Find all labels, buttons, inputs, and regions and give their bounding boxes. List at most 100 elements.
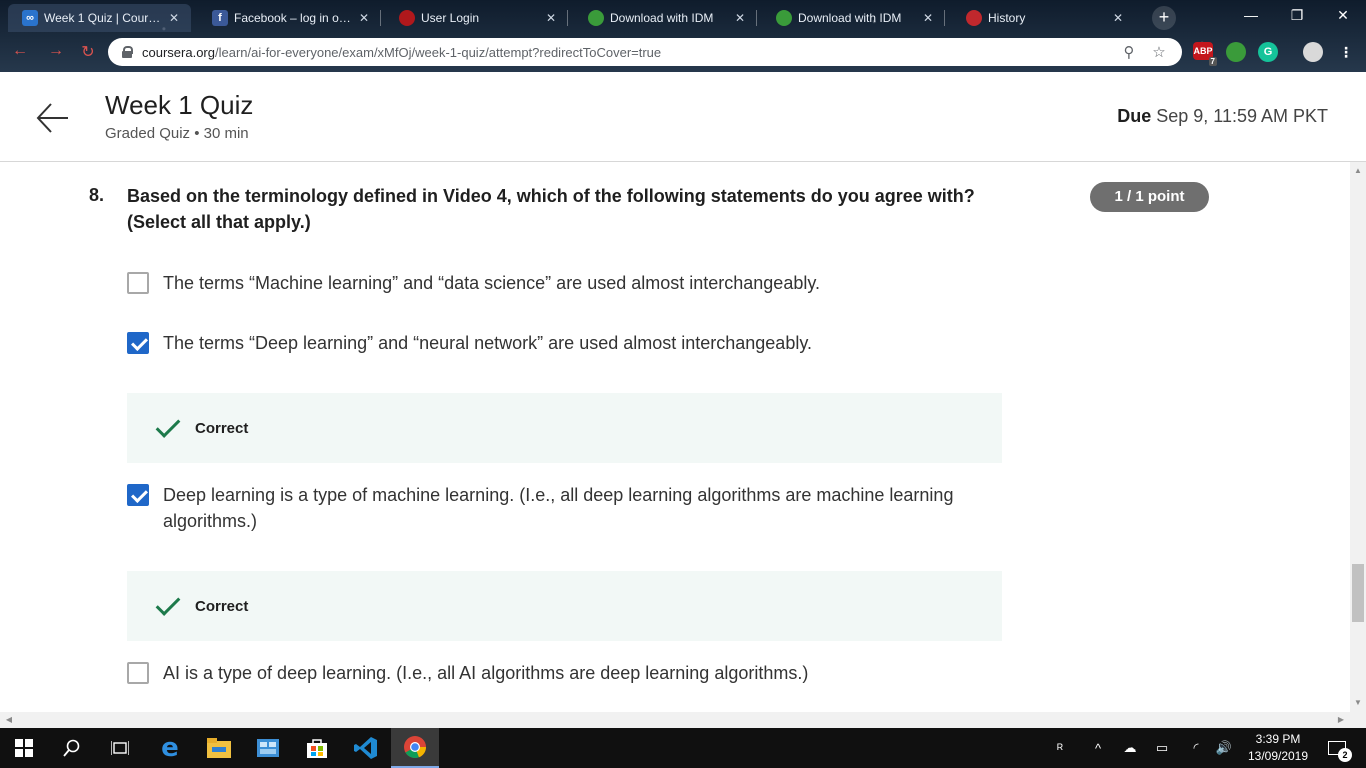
- tab-separator: [380, 10, 381, 26]
- answer-option[interactable]: The terms “Machine learning” and “data s…: [127, 272, 1007, 296]
- question-text: Based on the terminology defined in Vide…: [127, 186, 975, 232]
- quiz-content: 8. Based on the terminology defined in V…: [0, 162, 1350, 712]
- close-tab-icon[interactable]: ✕: [1111, 11, 1125, 25]
- reload-button[interactable]: ↻: [76, 42, 100, 64]
- tab-idm-1[interactable]: Download with IDM ✕: [574, 4, 757, 32]
- people-icon[interactable]: ᴿ: [1046, 728, 1074, 768]
- chrome-taskbar-button[interactable]: [391, 728, 439, 768]
- close-tab-icon[interactable]: ✕: [733, 11, 747, 25]
- profile-avatar[interactable]: [1303, 42, 1323, 62]
- edge-taskbar-button[interactable]: e: [146, 728, 194, 768]
- url-path: /learn/ai-for-everyone/exam/xMfOj/week-1…: [214, 44, 662, 60]
- close-window-button[interactable]: ✕: [1320, 0, 1366, 30]
- scroll-right-icon[interactable]: ▶: [1334, 712, 1348, 728]
- quiz-header: Week 1 Quiz Graded Quiz • 30 min Due Sep…: [0, 72, 1366, 162]
- wifi-icon[interactable]: ◜: [1184, 728, 1208, 768]
- task-view-icon: [111, 741, 129, 755]
- points-badge: 1 / 1 point: [1090, 182, 1209, 212]
- checkbox-checked[interactable]: [127, 332, 149, 354]
- idm-icon: [776, 10, 792, 26]
- checkbox[interactable]: [127, 272, 149, 294]
- checkbox[interactable]: [127, 662, 149, 684]
- notification-count: 2: [1338, 748, 1352, 762]
- checkmark-icon: [153, 417, 181, 439]
- folder-icon: [207, 738, 231, 758]
- browser-chrome: ∞ Week 1 Quiz | Coursera ✕ f Facebook – …: [0, 0, 1366, 72]
- scroll-thumb[interactable]: [1352, 564, 1364, 622]
- battery-icon[interactable]: ▭: [1150, 728, 1174, 768]
- onedrive-icon[interactable]: ☁: [1118, 728, 1142, 768]
- show-hidden-icons-icon[interactable]: ^: [1086, 728, 1110, 768]
- start-button[interactable]: [0, 728, 48, 768]
- file-explorer-button[interactable]: [195, 728, 243, 768]
- forward-button[interactable]: →: [44, 42, 68, 64]
- checkbox-checked[interactable]: [127, 484, 149, 506]
- tab-title: User Login: [421, 11, 480, 25]
- reload-icon: ↻: [81, 44, 95, 61]
- minimize-button[interactable]: —: [1228, 0, 1274, 30]
- tab-title: Facebook – log in or si…: [234, 11, 351, 25]
- vscode-button[interactable]: [342, 728, 390, 768]
- tab-title: Week 1 Quiz | Coursera: [44, 11, 161, 25]
- close-tab-icon[interactable]: ✕: [357, 11, 371, 25]
- close-tab-icon[interactable]: ✕: [167, 11, 181, 25]
- feedback-label: Correct: [195, 419, 249, 437]
- clock[interactable]: 3:39 PM 13/09/2019: [1238, 731, 1318, 765]
- quiz-subtitle: Graded Quiz • 30 min: [105, 125, 249, 142]
- tab-idm-2[interactable]: Download with IDM ✕: [762, 4, 945, 32]
- answer-option[interactable]: AI is a type of deep learning. (I.e., al…: [127, 662, 1007, 686]
- answer-option[interactable]: Deep learning is a type of machine learn…: [127, 484, 1007, 534]
- option-text: The terms “Deep learning” and “neural ne…: [163, 333, 812, 353]
- due-value: Sep 9, 11:59 AM PKT: [1156, 106, 1328, 126]
- back-button[interactable]: ←: [8, 42, 32, 64]
- close-tab-icon[interactable]: ✕: [921, 11, 935, 25]
- restore-button[interactable]: ❐: [1274, 0, 1320, 30]
- answer-option[interactable]: The terms “Deep learning” and “neural ne…: [127, 332, 1007, 356]
- page-title: Week 1 Quiz: [105, 90, 254, 120]
- edge-icon: e: [161, 733, 179, 763]
- tab-title: Download with IDM: [610, 11, 714, 25]
- volume-icon[interactable]: 🔊: [1212, 728, 1236, 768]
- option-text: AI is a type of deep learning. (I.e., al…: [163, 663, 809, 683]
- action-center-button[interactable]: 2: [1322, 728, 1352, 768]
- restore-icon: ❐: [1290, 6, 1304, 23]
- search-icon: [63, 739, 80, 757]
- horizontal-scrollbar[interactable]: ◀ ▶: [0, 712, 1366, 728]
- coursera-icon: ∞: [22, 10, 38, 26]
- tab-separator: [567, 10, 568, 26]
- idm-extension-icon[interactable]: [1226, 42, 1246, 62]
- grammarly-extension-icon[interactable]: G: [1258, 42, 1278, 62]
- adblock-extension-icon[interactable]: ABP 7: [1193, 42, 1217, 66]
- grammarly-label: G: [1263, 46, 1273, 58]
- windows-logo-icon: [15, 739, 33, 757]
- back-arrow-icon[interactable]: [34, 98, 74, 138]
- option-text: Deep learning is a type of machine learn…: [163, 485, 954, 531]
- checkmark-icon: [153, 595, 181, 617]
- menu-icon[interactable]: ⋮: [1336, 42, 1356, 62]
- task-view-button[interactable]: [96, 728, 144, 768]
- tab-user-login[interactable]: User Login ✕: [385, 4, 568, 32]
- scroll-down-icon[interactable]: ▼: [1350, 696, 1366, 710]
- idm-icon: [588, 10, 604, 26]
- vertical-scrollbar[interactable]: ▲ ▼: [1350, 162, 1366, 712]
- tab-separator: [944, 10, 945, 26]
- scroll-left-icon[interactable]: ◀: [2, 712, 16, 728]
- forward-icon: →: [48, 42, 64, 59]
- address-bar[interactable]: coursera.org/learn/ai-for-everyone/exam/…: [108, 38, 1182, 66]
- control-panel-button[interactable]: [244, 728, 292, 768]
- tab-title: History: [988, 11, 1026, 25]
- history-icon: [966, 10, 982, 26]
- scroll-up-icon[interactable]: ▲: [1350, 164, 1366, 178]
- tab-coursera[interactable]: ∞ Week 1 Quiz | Coursera ✕: [8, 4, 191, 32]
- close-tab-icon[interactable]: ✕: [544, 11, 558, 25]
- new-tab-button[interactable]: +: [1152, 6, 1176, 30]
- store-button[interactable]: [293, 728, 341, 768]
- tab-history[interactable]: History ✕: [952, 4, 1135, 32]
- tab-facebook[interactable]: f Facebook – log in or si… ✕: [198, 4, 381, 32]
- zoom-icon[interactable]: ⚲: [1118, 43, 1140, 61]
- feedback-box: Correct: [127, 571, 1002, 641]
- facebook-icon: f: [212, 10, 228, 26]
- bookmark-star-icon[interactable]: ☆: [1148, 43, 1170, 61]
- due-date: Due Sep 9, 11:59 AM PKT: [1117, 106, 1328, 127]
- search-button[interactable]: [48, 728, 96, 768]
